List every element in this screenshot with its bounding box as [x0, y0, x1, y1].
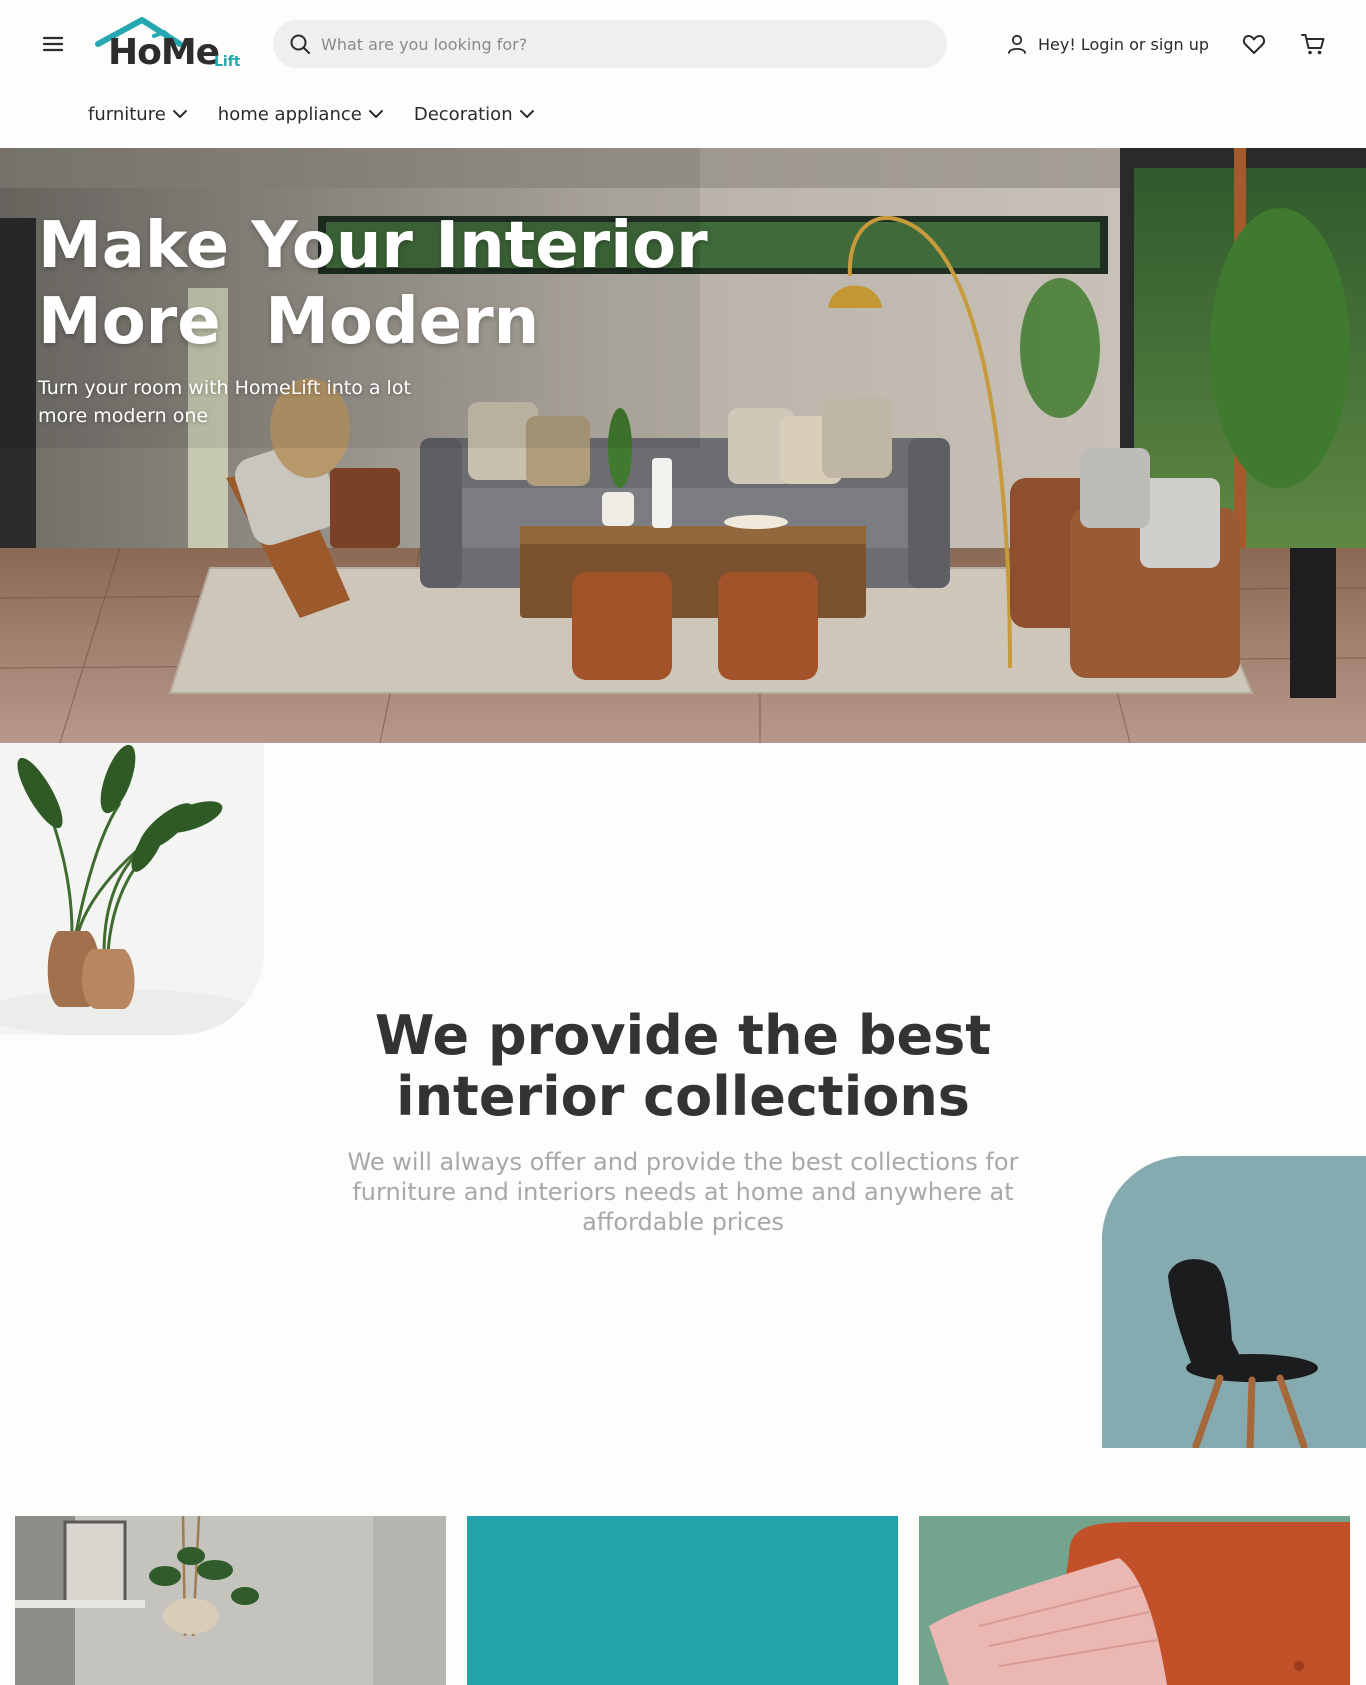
- user-icon: [1008, 34, 1026, 54]
- search-bar: [273, 20, 947, 68]
- section-description: We will always offer and provide the bes…: [347, 1148, 1019, 1236]
- login-signup-label: Hey! Login or sign up: [1038, 34, 1210, 54]
- hero-title: Make Your Interior More Modern: [38, 208, 738, 360]
- top-bar: HoMe Lift Hey! Login or sign up furnitur…: [0, 0, 1366, 125]
- black-chair-image: [1102, 1156, 1366, 1448]
- cart-icon[interactable]: [1299, 30, 1327, 58]
- section-title: We provide the best interior collections: [374, 1004, 992, 1128]
- category-home-appliance[interactable]: home appliance: [218, 104, 384, 125]
- chevron-down-icon: [519, 110, 534, 118]
- hero-banner: Make Your Interior More Modern Turn your…: [0, 148, 1366, 743]
- product-tile-orange-sofa[interactable]: [919, 1516, 1350, 1685]
- category-label: furniture: [88, 103, 166, 125]
- product-tile-hanging-plant[interactable]: [15, 1516, 446, 1685]
- hero-subtitle: Turn your room with HomeLift into a lot …: [38, 377, 411, 427]
- category-furniture[interactable]: furniture: [88, 104, 188, 125]
- login-signup-link[interactable]: Hey! Login or sign up: [1006, 30, 1209, 58]
- category-decoration[interactable]: Decoration: [414, 104, 535, 125]
- logo-word: HoMe: [108, 32, 220, 73]
- search-input[interactable]: [321, 34, 921, 54]
- hero-title-line-1: Make Your Interior: [38, 209, 708, 283]
- heart-icon[interactable]: [1240, 30, 1268, 58]
- chevron-down-icon: [368, 110, 383, 118]
- category-nav: furniture home appliance Decoration: [88, 98, 535, 130]
- hamburger-menu-icon[interactable]: [40, 31, 66, 57]
- search-icon[interactable]: [289, 33, 311, 55]
- category-label: home appliance: [217, 103, 362, 125]
- chevron-down-icon: [172, 110, 187, 118]
- hero-title-line-2: More Modern: [38, 285, 540, 359]
- category-label: Decoration: [413, 103, 513, 125]
- plant-vase-image: [0, 743, 264, 1035]
- product-tile-teal[interactable]: [467, 1516, 898, 1685]
- logo-sub: Lift: [214, 54, 241, 70]
- brand-logo[interactable]: HoMe Lift: [94, 14, 246, 76]
